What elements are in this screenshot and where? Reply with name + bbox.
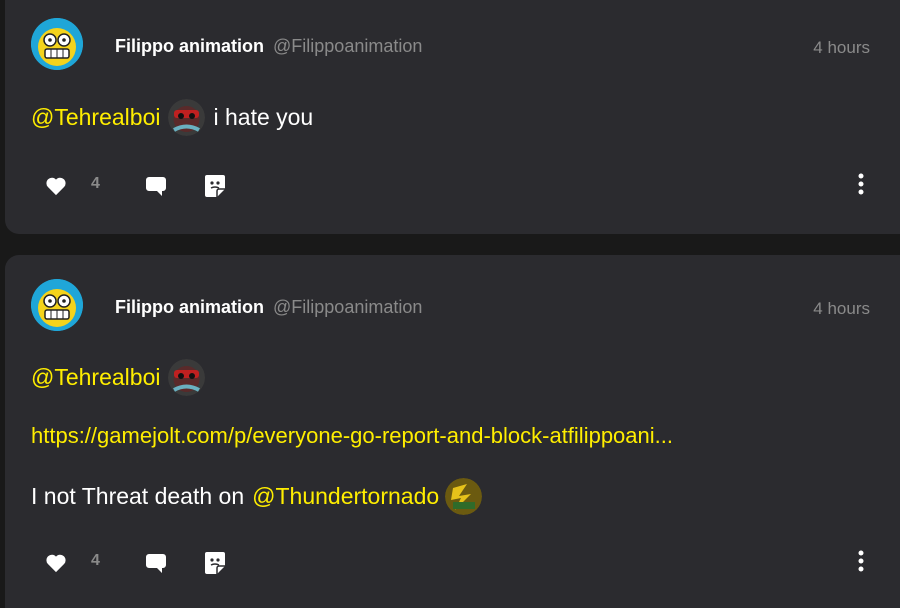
post-card: Filippo animation @Filippoanimation 4 ho… [5, 255, 900, 608]
comment-bubble-icon [146, 554, 166, 573]
like-button[interactable] [45, 171, 67, 201]
post-actions: 4 [5, 171, 900, 201]
heart-icon [46, 177, 66, 196]
author-username[interactable]: @Filippoanimation [273, 297, 422, 317]
share-sticker-icon [205, 175, 225, 197]
like-count[interactable]: 4 [91, 552, 100, 570]
post-timestamp[interactable]: 4 hours [813, 299, 870, 319]
avatar-face-icon [31, 279, 83, 331]
storm-face-icon [445, 478, 483, 515]
author-username[interactable]: @Filippoanimation [273, 36, 422, 56]
heart-icon [46, 554, 66, 573]
post-external-link[interactable]: https://gamejolt.com/p/everyone-go-repor… [31, 423, 673, 449]
mention-link[interactable]: @Tehrealboi [31, 364, 160, 391]
author-line: Filippo animation @Filippoanimation [115, 36, 422, 57]
more-options-button[interactable] [857, 173, 865, 200]
mention-avatar [168, 99, 206, 136]
mention-avatar [445, 478, 483, 515]
avatar-face-icon [31, 18, 83, 70]
post-actions: 4 [5, 548, 900, 578]
mask-face-icon [168, 359, 206, 396]
mask-face-icon [168, 99, 206, 136]
post-header: Filippo animation @Filippoanimation 4 ho… [5, 14, 900, 74]
comment-button[interactable] [145, 171, 167, 201]
mention-link[interactable]: @Tehrealboi [31, 104, 160, 131]
more-options-button[interactable] [857, 550, 865, 577]
post-header: Filippo animation @Filippoanimation 4 ho… [5, 279, 900, 339]
mention-link[interactable]: @Thundertornado [252, 483, 439, 510]
author-line: Filippo animation @Filippoanimation [115, 297, 422, 318]
author-avatar[interactable] [31, 279, 83, 331]
post-card: Filippo animation @Filippoanimation 4 ho… [5, 0, 900, 234]
like-button[interactable] [45, 548, 67, 578]
share-sticker-icon [205, 552, 225, 574]
post-timestamp[interactable]: 4 hours [813, 38, 870, 58]
post-link-line: https://gamejolt.com/p/everyone-go-repor… [31, 423, 673, 449]
author-display-name[interactable]: Filippo animation [115, 36, 264, 56]
more-vertical-icon [858, 550, 864, 572]
post-text: i hate you [213, 104, 314, 130]
more-vertical-icon [858, 173, 864, 195]
author-avatar[interactable] [31, 18, 83, 70]
post-body-line: @Tehrealboi i hate you [31, 99, 313, 136]
comment-bubble-icon [146, 177, 166, 196]
mention-avatar [168, 359, 206, 396]
author-display-name[interactable]: Filippo animation [115, 297, 264, 317]
post-text: I not Threat death on [31, 483, 245, 509]
post-body-line: I not Threat death on @Thundertornado [31, 478, 490, 515]
post-body-line: @Tehrealboi [31, 359, 213, 396]
comment-button[interactable] [145, 548, 167, 578]
like-count[interactable]: 4 [91, 175, 100, 193]
share-button[interactable] [204, 548, 226, 578]
share-button[interactable] [204, 171, 226, 201]
